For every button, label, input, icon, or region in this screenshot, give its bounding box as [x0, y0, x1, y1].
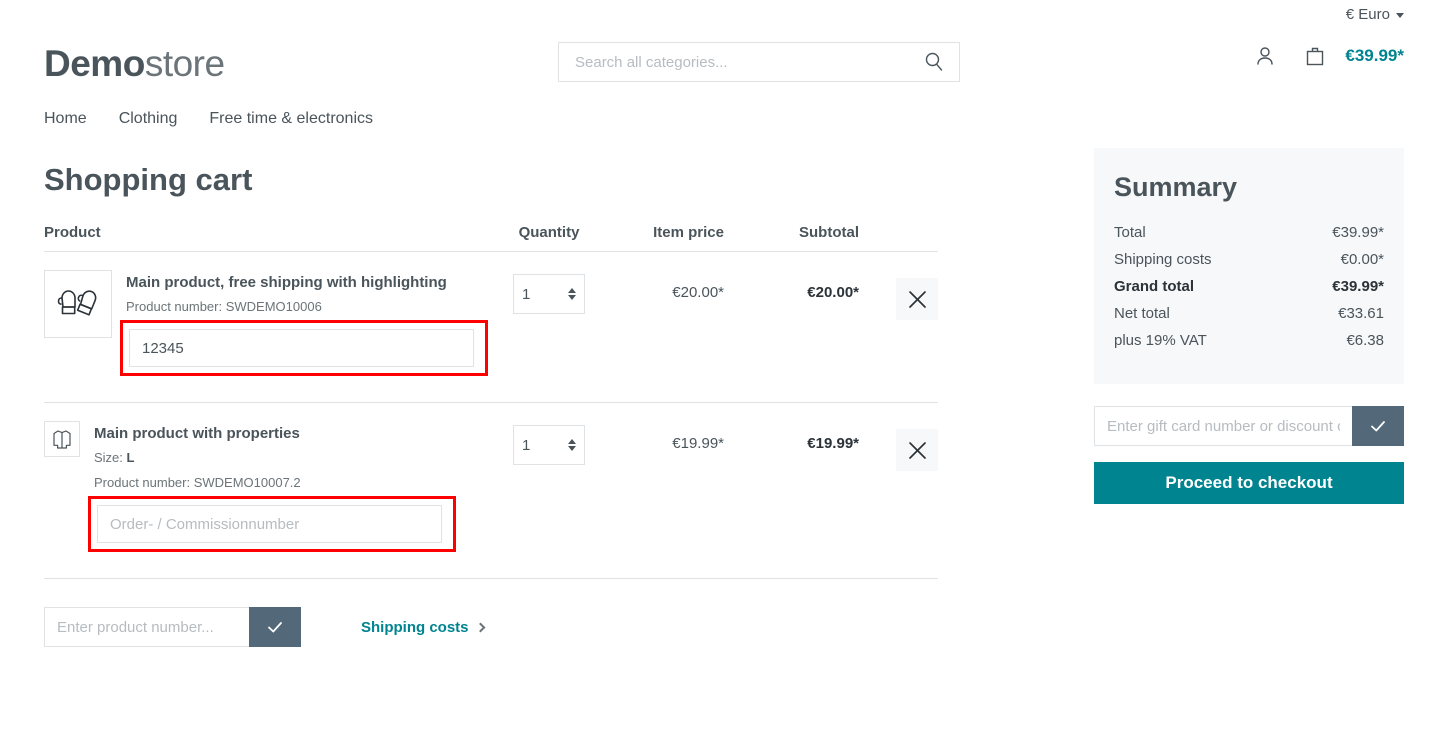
highlight-rectangle — [88, 496, 456, 552]
item-price: €20.00* — [672, 284, 724, 301]
product-number-group — [44, 607, 301, 647]
mittens-icon — [57, 290, 97, 316]
summary-label: plus 19% VAT — [1114, 332, 1207, 349]
product-number: Product number: SWDEMO10006 — [126, 299, 322, 314]
logo-light-text: store — [144, 42, 225, 84]
summary-value: €39.99* — [1332, 278, 1384, 295]
property-label: Size: — [94, 450, 123, 465]
product-number-input[interactable] — [44, 607, 249, 647]
check-icon — [1371, 421, 1385, 432]
column-header-subtotal: Subtotal — [799, 224, 859, 241]
top-utility-bar: € Euro — [0, 0, 1440, 28]
close-icon — [908, 290, 926, 308]
cart-table-header: Product Quantity Item price Subtotal — [44, 224, 938, 252]
summary-label: Shipping costs — [1114, 251, 1212, 268]
main-navigation: Home Clothing Free time & electronics — [0, 98, 1440, 140]
table-row: Main product, free shipping with highlig… — [44, 252, 938, 403]
quantity-value: 1 — [522, 285, 531, 303]
cart-column: Shopping cart Product Quantity Item pric… — [44, 140, 938, 647]
highlight-rectangle — [120, 320, 488, 376]
summary-row-total: Total €39.99* — [1114, 219, 1384, 246]
summary-value: €6.38 — [1346, 332, 1384, 349]
close-icon — [908, 441, 926, 459]
column-header-item-price: Item price — [653, 224, 724, 241]
summary-row-net-total: Net total €33.61 — [1114, 300, 1384, 327]
spinner-arrows-icon — [568, 439, 576, 451]
cart-total-amount[interactable]: €39.99* — [1345, 46, 1404, 66]
summary-label: Total — [1114, 224, 1146, 241]
gift-card-input[interactable] — [1094, 406, 1352, 446]
property-value: L — [126, 450, 135, 465]
column-header-quantity: Quantity — [518, 224, 580, 241]
nav-item-clothing[interactable]: Clothing — [119, 110, 178, 128]
product-thumbnail[interactable] — [44, 270, 112, 338]
submit-product-number-button[interactable] — [249, 607, 301, 647]
chevron-down-icon — [1396, 12, 1404, 18]
currency-selector[interactable]: € Euro — [1346, 6, 1404, 23]
shopping-bag-icon — [1307, 47, 1324, 66]
summary-label: Net total — [1114, 305, 1170, 322]
page-title: Shopping cart — [44, 162, 253, 197]
spinner-arrows-icon — [568, 288, 576, 300]
search-input[interactable] — [573, 52, 923, 72]
apply-gift-card-button[interactable] — [1352, 406, 1404, 446]
remove-item-button[interactable] — [896, 429, 938, 471]
shipping-costs-link[interactable]: Shipping costs — [361, 618, 485, 636]
search-icon — [925, 52, 943, 71]
subtotal-price: €20.00* — [807, 284, 859, 301]
user-icon — [1257, 47, 1274, 65]
summary-row-vat: plus 19% VAT €6.38 — [1114, 327, 1384, 354]
summary-title: Summary — [1114, 172, 1238, 202]
cart-footer-actions: Shipping costs — [44, 579, 938, 647]
summary-value: €33.61 — [1338, 305, 1384, 322]
search-container — [558, 42, 960, 82]
subtotal-price: €19.99* — [807, 435, 859, 452]
check-icon — [268, 622, 282, 633]
remove-item-button[interactable] — [896, 278, 938, 320]
proceed-to-checkout-button[interactable]: Proceed to checkout — [1094, 462, 1404, 504]
search-box — [558, 42, 960, 82]
product-thumbnail[interactable] — [44, 421, 80, 457]
quantity-stepper[interactable]: 1 — [513, 425, 585, 465]
search-button[interactable] — [923, 51, 945, 73]
shipping-costs-label: Shipping costs — [361, 618, 469, 636]
product-name[interactable]: Main product, free shipping with highlig… — [126, 274, 494, 291]
cart-button[interactable] — [1303, 44, 1327, 68]
product-property: Size: L — [94, 450, 494, 465]
product-number: Product number: SWDEMO10007.2 — [94, 475, 301, 490]
nav-item-home[interactable]: Home — [44, 110, 87, 128]
table-row: Main product with properties Size: L Pro… — [44, 403, 938, 579]
summary-value: €0.00* — [1340, 251, 1384, 268]
product-name[interactable]: Main product with properties — [94, 425, 494, 442]
currency-label: € Euro — [1345, 5, 1390, 23]
commission-number-input[interactable] — [97, 505, 442, 543]
site-logo[interactable]: Demostore — [44, 45, 225, 82]
quantity-stepper[interactable]: 1 — [513, 274, 585, 314]
quantity-value: 1 — [522, 436, 531, 454]
summary-row-shipping-costs: Shipping costs €0.00* — [1114, 246, 1384, 273]
summary-value: €39.99* — [1332, 224, 1384, 241]
logo-bold-text: Demo — [44, 42, 145, 84]
item-price: €19.99* — [672, 435, 724, 452]
jacket-icon — [53, 430, 71, 449]
header-actions: €39.99* — [1253, 44, 1404, 68]
summary-row-grand-total: Grand total €39.99* — [1114, 273, 1384, 300]
account-button[interactable] — [1253, 44, 1277, 68]
column-header-product: Product — [44, 224, 101, 241]
summary-label: Grand total — [1114, 278, 1195, 295]
commission-number-input[interactable] — [129, 329, 474, 367]
summary-column: Summary Total €39.99* Shipping costs €0.… — [1094, 140, 1404, 647]
nav-item-free-time-electronics[interactable]: Free time & electronics — [209, 110, 373, 128]
main-content: Shopping cart Product Quantity Item pric… — [0, 140, 1440, 647]
shopping-cart-page: € Euro Demostore Search all categories..… — [0, 0, 1440, 745]
summary-panel: Summary Total €39.99* Shipping costs €0.… — [1094, 148, 1404, 384]
gift-card-group — [1094, 406, 1404, 446]
chevron-right-icon — [475, 622, 485, 632]
